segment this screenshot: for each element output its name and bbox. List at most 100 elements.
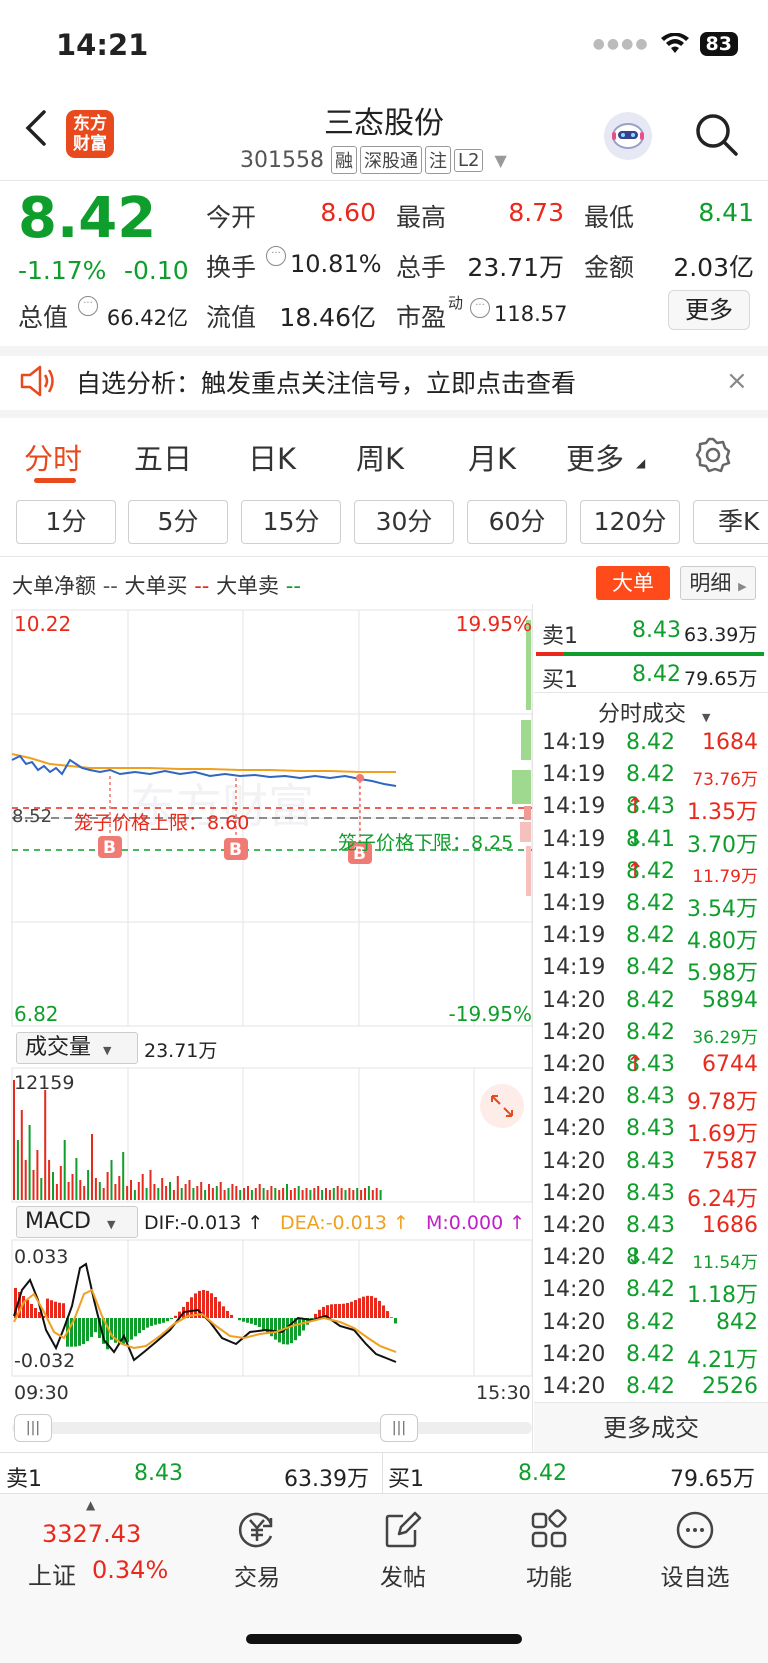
order-ratio-bar (536, 652, 764, 656)
macd-bar (142, 1318, 145, 1331)
tab-daily-k[interactable]: 日K (248, 436, 296, 478)
trade-time: 14:19 (542, 826, 606, 852)
trade-time: 14:19 (542, 730, 606, 755)
volume-bar (91, 1134, 93, 1200)
index-percent[interactable]: 0.34% (92, 1556, 168, 1584)
macd-bar (274, 1318, 277, 1340)
macd-bar (242, 1318, 245, 1322)
volume-bar (79, 1180, 82, 1200)
macd-bar (230, 1314, 233, 1318)
big-order-button[interactable]: 大单 (596, 566, 670, 600)
signal-banner[interactable]: 自选分析：触发重点关注信号，立即点击查看 (76, 364, 576, 400)
intraday-chart[interactable]: 东方财富 B B B (0, 600, 534, 1390)
trades-title[interactable]: 分时成交 ▼ (598, 696, 710, 728)
volume-total: 23.71万 (144, 1040, 218, 1062)
low-value: 8.41 (698, 198, 754, 227)
trade-row: 14:20 8.43 7587 (542, 1148, 758, 1174)
tab-monthly-k[interactable]: 月K (468, 436, 516, 478)
search-icon[interactable] (692, 110, 740, 158)
nav-add-watchlist[interactable]: 设自选 (640, 1508, 750, 1592)
robot-assistant-icon[interactable] (604, 112, 652, 160)
panel-divider (532, 604, 533, 1452)
bid-ask-strip[interactable]: 卖1 8.43 63.39万 买1 8.42 79.65万 (0, 1452, 768, 1495)
nav-trade[interactable]: 交易 (202, 1508, 312, 1592)
chevron-down-icon: ▼ (103, 1044, 112, 1057)
caret-up-icon: ▲ (86, 1498, 96, 1512)
trade-time: 14:19 (542, 955, 606, 981)
tab-five-day[interactable]: 五日 (134, 436, 192, 478)
edit-icon (385, 1511, 422, 1548)
y-axis-bottom-price: 6.82 (14, 1002, 59, 1026)
trade-row: 14:20 8.42 36.29万 (542, 1019, 758, 1048)
divider (0, 556, 768, 557)
period-15min[interactable]: 15分 (241, 500, 341, 544)
tag-l2: L2 (453, 148, 484, 172)
index-name[interactable]: 上证 (28, 1556, 76, 1591)
tab-more[interactable]: 更多 (566, 436, 624, 478)
period-1min[interactable]: 1分 (16, 500, 116, 544)
volume-bar (59, 1166, 62, 1200)
volume-bar (352, 1190, 355, 1200)
volume-bar (204, 1190, 207, 1200)
trade-time: 14:20 (542, 1213, 606, 1238)
index-value[interactable]: 3327.43 (42, 1520, 141, 1548)
nav-post[interactable]: 发帖 (348, 1508, 458, 1592)
range-slider-track[interactable] (12, 1422, 532, 1434)
more-trades-button[interactable]: 更多成交 (534, 1402, 768, 1452)
last-price: 8.42 (18, 186, 157, 251)
detail-button[interactable]: 明细 ▶ (680, 566, 756, 600)
volume-bar (309, 1190, 312, 1200)
macd-bar (314, 1313, 317, 1318)
volume-bar (145, 1188, 148, 1200)
volume-indicator-select[interactable]: 成交量 ▼ (16, 1032, 138, 1064)
chevron-down-icon[interactable]: ▼ (494, 151, 506, 170)
quote-more-button[interactable]: 更多 (668, 290, 750, 330)
trade-row: 14:20 8.42 5894 (542, 987, 758, 1013)
volume-bar (114, 1184, 117, 1200)
tab-weekly-k[interactable]: 周K (356, 436, 404, 478)
macd-bar (350, 1301, 353, 1318)
info-icon[interactable]: ··· (470, 298, 490, 318)
high-label: 最高 (396, 203, 447, 232)
macd-bar (374, 1297, 377, 1318)
gear-icon[interactable] (694, 436, 732, 474)
spike (526, 846, 531, 896)
nav-functions[interactable]: 功能 (494, 1508, 604, 1592)
period-quarter-k[interactable]: 季K (693, 500, 768, 544)
macd-bar (354, 1300, 357, 1318)
volume-bar (313, 1188, 316, 1200)
volume-bar (16, 1140, 19, 1200)
status-time: 14:21 (56, 28, 149, 62)
trade-time: 14:19 (542, 858, 606, 884)
info-icon[interactable]: ··· (78, 296, 98, 316)
macd-indicator-select[interactable]: MACD ▼ (16, 1206, 138, 1238)
strip-ask-label: 卖1 (6, 1467, 42, 1492)
range-handle-left[interactable]: ||| (14, 1414, 52, 1442)
tag-registered: 注 (424, 146, 451, 174)
macd-bar (90, 1318, 93, 1337)
period-60min[interactable]: 60分 (467, 500, 567, 544)
stock-code-row[interactable]: 301558 融 深股通 注 L2 ▼ (240, 146, 507, 174)
period-120min[interactable]: 120分 (580, 500, 680, 544)
volume-bar (106, 1172, 109, 1200)
trade-row: 14:19 8.42 73.76万 (542, 762, 758, 791)
trade-volume: 4.80万 (687, 929, 758, 955)
close-icon[interactable]: × (726, 366, 748, 396)
volume-bar (126, 1186, 129, 1200)
big-order-spikes (512, 620, 531, 896)
time-axis-start: 09:30 (14, 1382, 69, 1404)
volume-bar (13, 1080, 15, 1200)
volume-bar (36, 1150, 39, 1200)
tab-intraday[interactable]: 分时 (24, 436, 82, 478)
macd-bar (26, 1300, 29, 1318)
trade-volume: 5.98万 (687, 961, 758, 987)
volume-bar (231, 1184, 234, 1200)
volume-bar (356, 1188, 359, 1200)
range-handle-right[interactable]: ||| (380, 1414, 418, 1442)
period-30min[interactable]: 30分 (354, 500, 454, 544)
trade-row: 14:20 8.43 6.24万 (542, 1180, 758, 1212)
volume-bar (215, 1186, 218, 1200)
info-icon[interactable]: ··· (266, 246, 286, 266)
volume-bar (196, 1186, 199, 1200)
period-5min[interactable]: 5分 (128, 500, 228, 544)
